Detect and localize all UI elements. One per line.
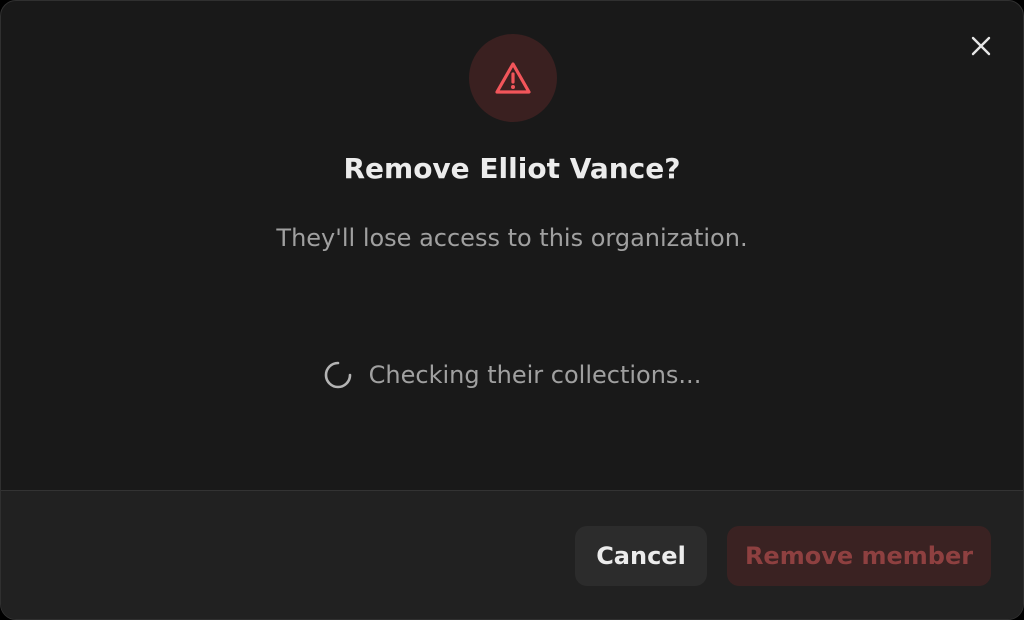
dialog-title: Remove Elliot Vance? [343,152,681,185]
dialog-footer: Cancel Remove member [1,490,1023,619]
warning-triangle-icon [495,62,531,94]
remove-member-dialog: Remove Elliot Vance? They'll lose access… [0,0,1024,620]
loading-spinner-icon [324,361,351,389]
close-button[interactable] [965,30,997,62]
loading-text: Checking their collections... [368,361,702,389]
loading-status: Checking their collections... [1,357,1023,393]
warning-badge [469,34,557,122]
cancel-button[interactable]: Cancel [575,526,707,586]
remove-member-button[interactable]: Remove member [727,526,991,586]
close-icon [971,36,991,56]
dialog-description: They'll lose access to this organization… [276,224,748,252]
